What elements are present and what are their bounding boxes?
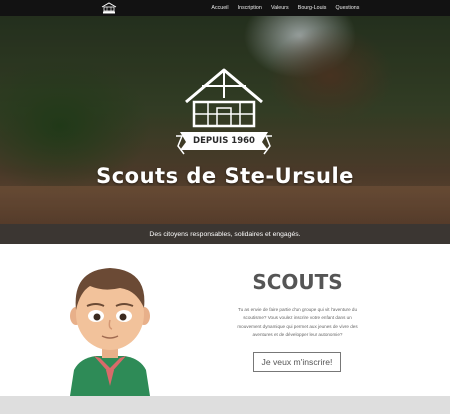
nav-item-inscription[interactable]: Inscription (233, 5, 266, 11)
main-nav: Accueil Inscription Valeurs Bourg-Louis … (207, 0, 364, 16)
since-banner-text: DEPUIS 1960 (193, 136, 255, 146)
hero-banner: DEPUIS 1960 Scouts de Ste-Ursule (0, 16, 450, 224)
scouts-section-title: SCOUTS (252, 270, 343, 294)
register-button[interactable]: Je veux m'inscrire! (253, 352, 341, 372)
nav-item-bourg-louis[interactable]: Bourg-Louis (293, 5, 331, 11)
nav-item-questions[interactable]: Questions (331, 5, 364, 11)
logo-icon[interactable] (100, 2, 118, 14)
scout-avatar-illustration (70, 268, 150, 396)
scouts-intro-text: Tu as envie de faire partie d'un groupe … (237, 307, 358, 338)
hero-title: Scouts de Ste-Ursule (96, 164, 354, 188)
tagline-text: Des citoyens responsables, solidaires et… (149, 230, 301, 238)
top-navbar: Accueil Inscription Valeurs Bourg-Louis … (0, 0, 450, 16)
nav-item-accueil[interactable]: Accueil (207, 5, 233, 11)
cabin-emblem-icon (176, 68, 272, 155)
nav-item-valeurs[interactable]: Valeurs (266, 5, 293, 11)
footer-strip (0, 396, 450, 414)
tagline-bar: Des citoyens responsables, solidaires et… (0, 224, 450, 244)
